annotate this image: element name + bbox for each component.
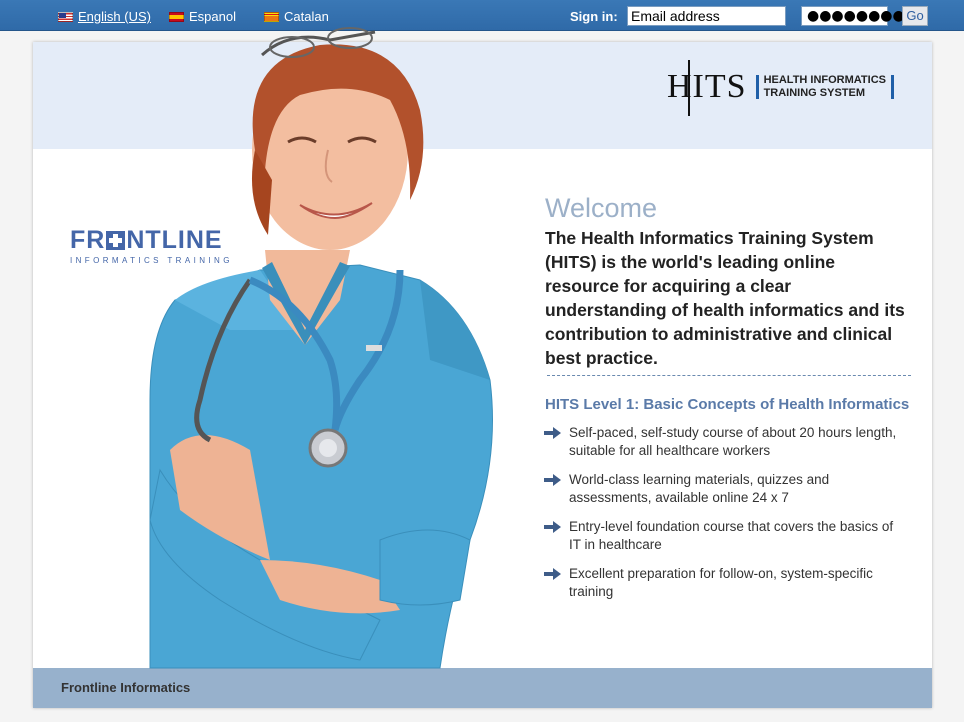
hits-divider-right [890, 75, 894, 99]
language-english[interactable]: English (US) [58, 9, 151, 24]
frontline-wordmark: FR NTLINE [70, 226, 233, 255]
list-item-text: World-class learning materials, quizzes … [569, 472, 830, 505]
list-item-text: Self-paced, self-study course of about 2… [569, 425, 897, 458]
hits-subtitle-line2: TRAINING SYSTEM [763, 87, 866, 99]
caduceus-icon [688, 60, 694, 116]
arrow-right-icon [544, 474, 561, 486]
intro-paragraph: The Health Informatics Training System (… [545, 228, 905, 368]
frontline-word-left: FR [70, 226, 106, 254]
password-field[interactable]: ●●●●●●●● [801, 6, 905, 26]
language-link-catalan[interactable]: Catalan [284, 9, 329, 24]
hits-divider [755, 75, 759, 99]
us-flag-icon [58, 11, 73, 22]
list-item-text: Entry-level foundation course that cover… [569, 519, 894, 552]
language-link-spanish[interactable]: Espanol [189, 9, 236, 24]
hits-mark-text: HITS [667, 68, 747, 105]
hits-logo: HITS HEALTH INFORMATICS TRAINING SYSTEM [667, 60, 894, 116]
list-item: World-class learning materials, quizzes … [544, 471, 904, 507]
language-spanish[interactable]: Espanol [169, 9, 236, 24]
spain-flag-icon [169, 11, 184, 22]
email-field[interactable]: Email address [627, 6, 786, 26]
hits-subtitle: HEALTH INFORMATICS TRAINING SYSTEM [764, 74, 886, 100]
frontline-word-right: NTLINE [126, 226, 223, 254]
frontline-tagline: INFORMATICS TRAINING [70, 256, 233, 265]
welcome-heading: Welcome [545, 193, 658, 223]
arrow-right-icon [544, 427, 561, 439]
sign-in-label: Sign in: [570, 9, 618, 24]
go-button[interactable]: Go [902, 6, 928, 26]
section-divider [547, 375, 911, 376]
hits-mark: HITS [667, 60, 747, 116]
top-bar: English (US) Espanol Catalan Sign in: Em… [0, 0, 964, 31]
list-item: Entry-level foundation course that cover… [544, 518, 904, 554]
language-catalan[interactable]: Catalan [264, 9, 329, 24]
level-title: HITS Level 1: Basic Concepts of Health I… [545, 396, 910, 413]
arrow-right-icon [544, 568, 561, 580]
catalonia-flag-icon [264, 11, 279, 22]
hits-subtitle-line1: HEALTH INFORMATICS [763, 74, 886, 86]
footer-text: Frontline Informatics [61, 680, 191, 695]
language-link-english[interactable]: English (US) [78, 9, 151, 24]
list-item: Self-paced, self-study course of about 2… [544, 424, 904, 460]
list-item-text: Excellent preparation for follow-on, sys… [569, 566, 873, 599]
arrow-right-icon [544, 521, 561, 533]
frontline-logo: FR NTLINE INFORMATICS TRAINING [70, 226, 233, 265]
medical-cross-icon [106, 231, 126, 250]
feature-list: Self-paced, self-study course of about 2… [544, 424, 904, 612]
list-item: Excellent preparation for follow-on, sys… [544, 565, 904, 601]
